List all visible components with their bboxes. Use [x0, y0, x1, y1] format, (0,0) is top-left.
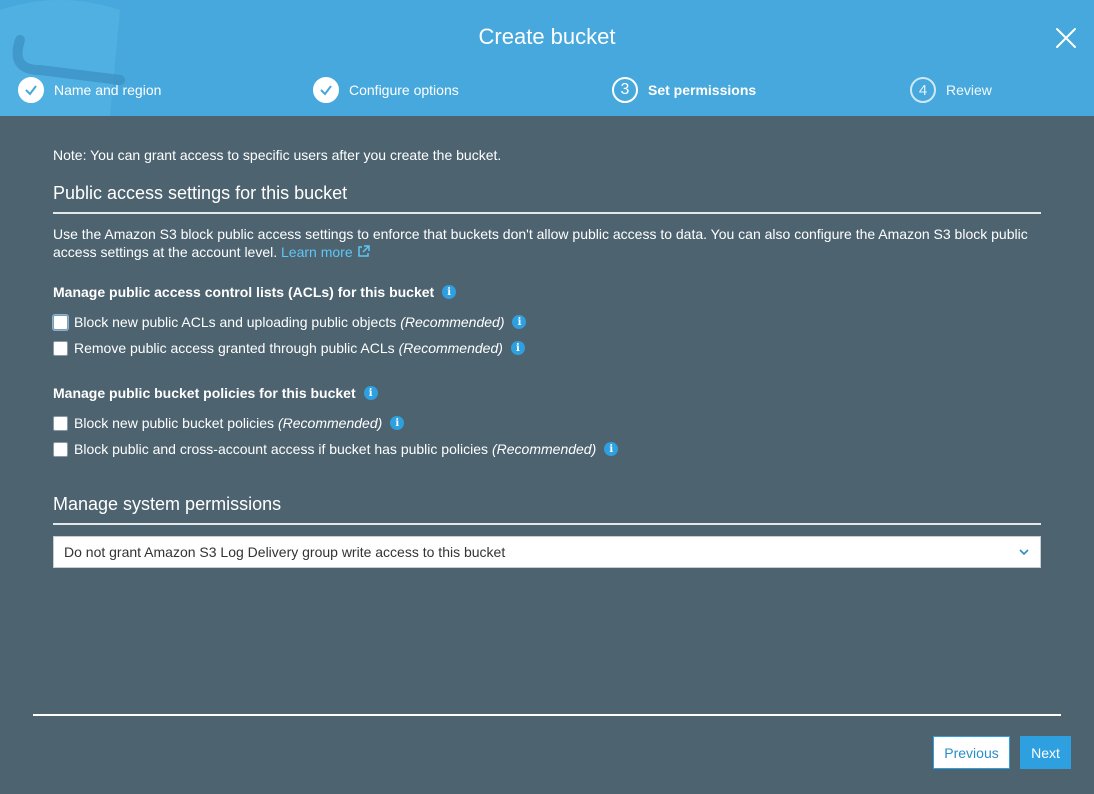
public-access-description: Use the Amazon S3 block public access se…: [53, 225, 1043, 261]
step-label: Configure options: [349, 82, 459, 98]
info-icon[interactable]: i: [510, 341, 525, 355]
log-delivery-select[interactable]: Do not grant Amazon S3 Log Delivery grou…: [53, 536, 1041, 568]
info-icon[interactable]: i: [512, 315, 527, 329]
info-icon[interactable]: i: [604, 442, 619, 456]
checkbox[interactable]: [53, 340, 68, 356]
learn-more-label: Learn more: [281, 244, 353, 260]
dialog-title: Create bucket: [478, 24, 616, 49]
description-text: Use the Amazon S3 block public access se…: [53, 226, 1028, 260]
recommended-tag: (Recommended): [491, 441, 597, 457]
step-review[interactable]: 4 Review: [910, 77, 992, 103]
checkbox[interactable]: [53, 314, 68, 330]
option-label: Block new public ACLs and uploading publ…: [74, 314, 397, 330]
public-access-heading: Public access settings for this bucket: [53, 183, 348, 203]
acls-heading: Manage public access control lists (ACLs…: [53, 284, 457, 300]
divider: [53, 212, 1041, 214]
learn-more-link[interactable]: Learn more: [281, 244, 370, 260]
divider: [53, 523, 1041, 525]
step-name-and-region[interactable]: Name and region: [18, 77, 161, 103]
close-icon[interactable]: [1054, 26, 1078, 50]
step-number: 3: [612, 77, 638, 103]
option-label: Remove public access granted through pub…: [74, 340, 395, 356]
wizard-header: Create bucket Name and region Configure …: [0, 0, 1094, 116]
policy-option-block-new[interactable]: Block new public bucket policies (Recomm…: [53, 414, 405, 432]
step-configure-options[interactable]: Configure options: [313, 77, 459, 103]
next-button[interactable]: Next: [1020, 736, 1071, 769]
info-icon[interactable]: i: [390, 416, 405, 430]
step-label: Review: [946, 82, 992, 98]
recommended-tag: (Recommended): [278, 415, 383, 431]
note-text: Note: You can grant access to specific u…: [53, 147, 502, 163]
previous-button[interactable]: Previous: [933, 736, 1010, 769]
recommended-tag: (Recommended): [400, 314, 505, 330]
step-label: Name and region: [54, 82, 162, 98]
step-set-permissions[interactable]: 3 Set permissions: [612, 77, 756, 103]
option-label: Block public and cross-account access if…: [74, 441, 488, 457]
recommended-tag: (Recommended): [398, 340, 503, 356]
acl-option-remove-public[interactable]: Remove public access granted through pub…: [53, 339, 525, 357]
select-value: Do not grant Amazon S3 Log Delivery grou…: [64, 544, 506, 560]
check-icon: [313, 77, 339, 103]
step-number: 4: [910, 77, 936, 103]
info-icon[interactable]: i: [363, 386, 378, 400]
info-icon[interactable]: i: [442, 285, 457, 299]
option-label: Block new public bucket policies: [74, 415, 274, 431]
policy-option-block-cross-account[interactable]: Block public and cross-account access if…: [53, 440, 619, 458]
acl-option-block-new[interactable]: Block new public ACLs and uploading publ…: [53, 313, 527, 331]
acls-heading-text: Manage public access control lists (ACLs…: [53, 284, 435, 300]
policies-heading-text: Manage public bucket policies for this b…: [53, 385, 356, 401]
checkbox[interactable]: [53, 441, 68, 457]
footer-divider: [33, 714, 1061, 716]
external-link-icon: [357, 245, 370, 257]
step-label: Set permissions: [648, 82, 757, 98]
system-permissions-heading: Manage system permissions: [53, 494, 282, 514]
check-icon: [18, 77, 44, 103]
policies-heading: Manage public bucket policies for this b…: [53, 385, 378, 401]
checkbox[interactable]: [53, 415, 68, 431]
chevron-down-icon: [1019, 549, 1029, 556]
